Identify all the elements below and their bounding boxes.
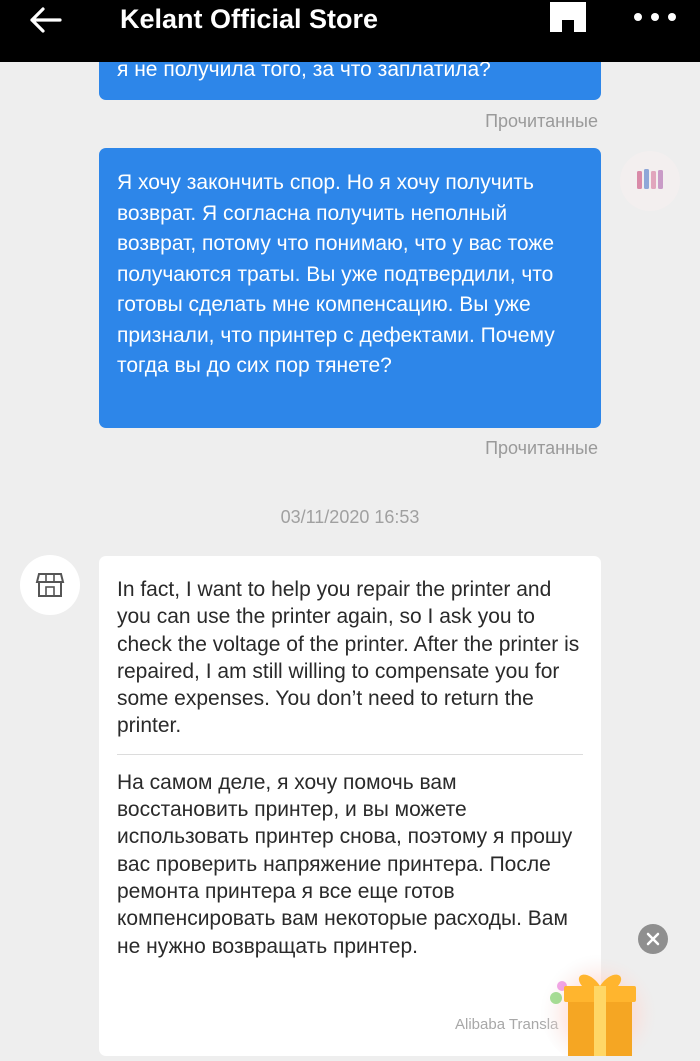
translated-message-text: На самом деле, я хочу помочь вам восстан… [117, 770, 573, 958]
original-message-text: In fact, I want to help you repair the p… [117, 578, 580, 738]
gift-promo-button[interactable] [538, 946, 678, 1061]
translation-divider [117, 753, 583, 755]
incoming-message-bubble[interactable]: In fact, I want to help you repair the p… [99, 556, 601, 1056]
arrow-left-icon [30, 7, 62, 33]
back-button[interactable] [28, 6, 68, 34]
product-photo-icon [637, 169, 663, 189]
store-title: Kelant Official Store [120, 4, 379, 34]
top-bar: Kelant Official Store [0, 0, 700, 62]
user-avatar[interactable] [620, 151, 680, 211]
store-avatar[interactable] [20, 555, 80, 615]
read-status: Прочитанные [485, 111, 598, 131]
store-button[interactable] [548, 0, 588, 34]
read-status: Прочитанные [485, 438, 598, 458]
store-icon [550, 2, 586, 32]
gift-box-icon [540, 948, 660, 1061]
outgoing-message-bubble[interactable]: Я хочу закончить спор. Но я хочу получит… [99, 148, 601, 428]
store-icon [35, 573, 65, 597]
more-options-button[interactable] [632, 6, 678, 28]
message-text: Я хочу закончить спор. Но я хочу получит… [117, 171, 555, 377]
date-stamp: 03/11/2020 16:53 [280, 507, 420, 527]
more-dots-icon [634, 13, 676, 21]
